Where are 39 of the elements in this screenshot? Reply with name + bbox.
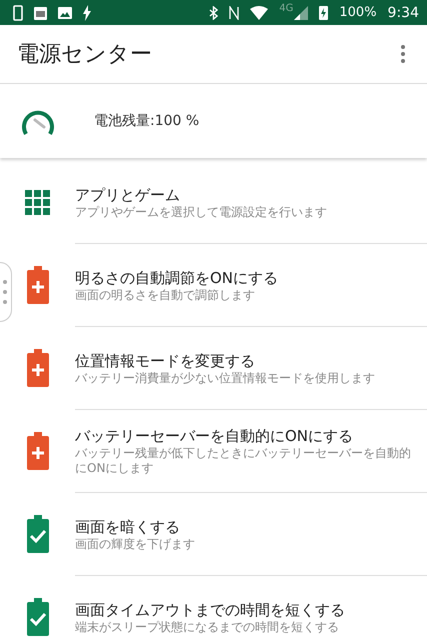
- phone-icon: [13, 4, 23, 20]
- calendar-icon: [34, 5, 47, 20]
- nfc-icon: [229, 6, 240, 20]
- item-title: アプリとゲーム: [75, 184, 181, 204]
- item-title: 画面を暗くする: [75, 516, 181, 536]
- item-description: 端末がスリープ状態になるまでの時間を短くする: [75, 620, 340, 634]
- item-description: アプリやゲームを選択して電源設定を行います: [75, 204, 327, 220]
- battery-percent: 100%: [339, 5, 377, 20]
- list-item[interactable]: バッテリーセーバーを自動的にONにする バッテリー残量が低下したときにバッテリーセーバーを自動的にONにします: [75, 409, 427, 492]
- battery-check-icon: [26, 515, 48, 553]
- list-item[interactable]: アプリとゲーム アプリやゲームを選択して電源設定を行います: [0, 161, 427, 243]
- app-title: 電源センター: [17, 41, 152, 69]
- list-item[interactable]: 位置情報モードを変更する バッテリー消費量が少ない位置情報モードを使用します: [75, 326, 427, 409]
- item-title: 位置情報モードを変更する: [75, 350, 256, 370]
- signal-icon: [294, 6, 308, 20]
- image-icon: [58, 6, 72, 18]
- lightning-icon: [83, 4, 91, 20]
- list-item[interactable]: 画面を暗くする 画面の輝度を下げます: [75, 492, 427, 575]
- network-type-label: 4G: [279, 3, 294, 14]
- wifi-icon: [250, 6, 268, 20]
- list-item[interactable]: 明るさの自動調節をONにする 画面の明るさを自動で調節します: [75, 243, 427, 326]
- battery-plus-icon: [26, 349, 48, 387]
- bluetooth-icon: [209, 6, 218, 20]
- list-item[interactable]: 画面タイムアウトまでの時間を短くする 端末がスリープ状態になるまでの時間を短くする: [75, 575, 427, 640]
- item-description: 画面の輝度を下げます: [75, 536, 195, 552]
- item-title: 明るさの自動調節をONにする: [75, 268, 278, 288]
- item-title: 画面タイムアウトまでの時間を短くする: [75, 600, 345, 620]
- clock: 9:34: [388, 4, 419, 20]
- item-description: バッテリー消費量が少ない位置情報モードを使用します: [75, 370, 375, 386]
- battery-level-text: 電池残量:100 %: [94, 112, 200, 130]
- more-options-icon[interactable]: [401, 45, 405, 63]
- item-title: バッテリーセーバーを自動的にONにする: [75, 426, 354, 446]
- battery-plus-icon: [26, 266, 48, 304]
- grid-icon: [25, 190, 50, 214]
- item-description: バッテリー残量が低下したときにバッテリーセーバーを自動的にONにします: [75, 446, 412, 476]
- battery-charging-icon: [319, 5, 328, 20]
- battery-plus-icon: [26, 432, 48, 470]
- item-description: 画面の明るさを自動で調節します: [75, 288, 256, 302]
- battery-check-icon: [26, 598, 48, 636]
